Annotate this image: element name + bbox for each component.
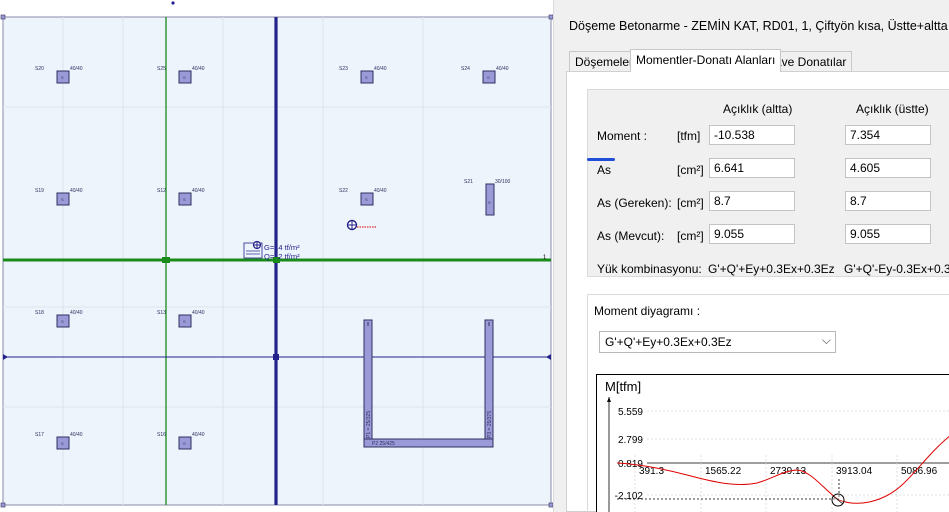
column-size-label: 40/40 — [70, 188, 83, 194]
row-label-as: As — [597, 163, 612, 177]
column-size-label: 40/40 — [192, 188, 205, 194]
moment-diagram-plot[interactable]: M[tfm] 5.559 2.799 0.819 -2.102 391.3 1565.22… — [596, 374, 949, 512]
row-label-as-required: As (Gereken): — [597, 196, 672, 210]
column-id-label: S16 — [157, 432, 166, 438]
column-id-label: S21 — [464, 179, 473, 185]
tab-doseme[interactable]: Döşemeler — [569, 51, 640, 71]
slab-reinforcement-dialog: Döşeme Betonarme - ZEMİN KAT, RD01, 1, Ç… — [562, 0, 949, 512]
tab-panel: Açıklık (altta) Açıklık (üstte) Moment :… — [566, 71, 949, 512]
column-size-label: 40/40 — [192, 66, 205, 72]
moment-diagram-svg: M[tfm] 5.5592.7990.819-2.102391.3 1565.22… — [605, 379, 949, 512]
moment-diagram-label: Moment diyagramı : — [592, 304, 703, 318]
row-unit-as-required: [cm²] — [677, 196, 704, 210]
column-size-label: 40/40 — [496, 66, 509, 72]
row-unit-as: [cm²] — [677, 163, 704, 177]
dialog-title: Döşeme Betonarme - ZEMİN KAT, RD01, 1, Ç… — [569, 19, 949, 33]
column-size-label: 40/40 — [70, 432, 83, 438]
column-size-label: 40/40 — [70, 66, 83, 72]
diagram-y-unit: M[tfm] — [605, 379, 641, 394]
svg-text:S: S — [183, 441, 186, 446]
svg-text:S: S — [61, 441, 64, 446]
svg-text:S: S — [61, 75, 64, 80]
column-id-label: S22 — [339, 188, 348, 194]
screen: 1 S S20 40/40 S S25 40/40 S S23 40/40 S S24 40/40 S S… — [0, 0, 949, 512]
column-id-label: S13 — [157, 310, 166, 316]
svg-text:S: S — [488, 200, 491, 205]
column-header-top: Açıklık (üstte) — [856, 102, 929, 116]
column-id-label: S17 — [35, 432, 44, 438]
as-required-top-field[interactable]: 8.7 — [845, 191, 931, 211]
svg-text:S: S — [365, 197, 368, 202]
svg-text:S: S — [487, 75, 490, 80]
plan-drawing[interactable]: 1 SS20 40/40SS25 40/40SS23 40/40SS24 40/40SS… — [0, 0, 553, 512]
wall-label-p2: P2 25/425 — [372, 441, 395, 447]
column-id-label: S25 — [157, 66, 166, 72]
column-id-label: S12 — [157, 188, 166, 194]
panel-splitter[interactable] — [553, 0, 562, 512]
svg-text:S: S — [61, 319, 64, 324]
as-highlight-underline — [587, 158, 615, 161]
load-label-g: G= .4 tf/m² — [264, 243, 300, 252]
column-size-label: 40/40 — [374, 66, 387, 72]
y-axis-arrow — [607, 397, 611, 402]
column-id-label: S24 — [461, 66, 470, 72]
tab-momentler-donati[interactable]: Momentler-Donatı Alanları — [630, 49, 782, 72]
wall-label-p3: P3 = 25/375 — [487, 411, 493, 438]
as-top-field[interactable]: 4.605 — [845, 158, 931, 178]
column-size-label: 30/100 — [495, 179, 511, 185]
chevron-down-icon: ⌵ — [821, 333, 831, 347]
moment-combination-value: G'+Q'+Ey+0.3Ex+0.3Ez — [605, 335, 732, 349]
row-unit-as-existing: [cm²] — [677, 229, 704, 243]
x-tick-label: 1565.22 — [705, 466, 742, 477]
column-size-label: 40/40 — [192, 310, 205, 316]
x-tick-label: 3913.04 — [836, 466, 873, 477]
column-header-bottom: Açıklık (altta) — [723, 102, 793, 116]
as-required-bottom-field[interactable]: 8.7 — [709, 191, 795, 211]
combination-bottom: G'+Q'+Ey+0.3Ex+0.3Ez — [708, 262, 835, 276]
row-label-as-existing: As (Mevcut): — [597, 229, 665, 243]
svg-text:S: S — [183, 197, 186, 202]
column-id-label: S18 — [35, 310, 44, 316]
svg-text:S: S — [183, 319, 186, 324]
moment-bottom-field[interactable]: -10.538 — [709, 125, 795, 145]
x-tick-label: 391.3 — [639, 466, 664, 477]
column-id-label: S23 — [339, 66, 348, 72]
column-size-label: 40/40 — [374, 188, 387, 194]
as-existing-bottom-field[interactable]: 9.055 — [709, 224, 795, 244]
wall-label-p1: P1 = 25/325 — [366, 411, 372, 438]
column-size-label: 40/40 — [192, 432, 205, 438]
column-id-label: S19 — [35, 188, 44, 194]
column-id-label: S20 — [35, 66, 44, 72]
plan-canvas[interactable]: 1 S S20 40/40 S S25 40/40 S S23 40/40 S S24 40/40 S S… — [0, 0, 553, 512]
as-existing-top-field[interactable]: 9.055 — [845, 224, 931, 244]
combination-top: G'+Q'-Ey-0.3Ex+0.3Ez — [844, 262, 949, 276]
moment-combination-select[interactable]: G'+Q'+Ey+0.3Ex+0.3Ez ⌵ — [599, 331, 836, 353]
row-label-moment: Moment : — [597, 129, 648, 143]
row-label-combination: Yük kombinasyonu: — [597, 262, 702, 276]
values-group: Açıklık (altta) Açıklık (üstte) Moment :… — [587, 89, 949, 277]
y-tick-label: 5.559 — [618, 407, 643, 418]
svg-text:S: S — [61, 197, 64, 202]
svg-text:S: S — [365, 75, 368, 80]
y-tick-label: -2.102 — [615, 491, 644, 502]
column-size-label: 40/40 — [70, 310, 83, 316]
svg-text:S: S — [183, 75, 186, 80]
as-bottom-field[interactable]: 6.641 — [709, 158, 795, 178]
row-unit-moment: [tfm] — [677, 129, 701, 143]
load-label-q: Q= .2 tf/m² — [264, 252, 300, 261]
x-tick-label: 5086.96 — [901, 466, 938, 477]
moment-top-field[interactable]: 7.354 — [845, 125, 931, 145]
y-tick-label: 2.799 — [618, 435, 643, 446]
